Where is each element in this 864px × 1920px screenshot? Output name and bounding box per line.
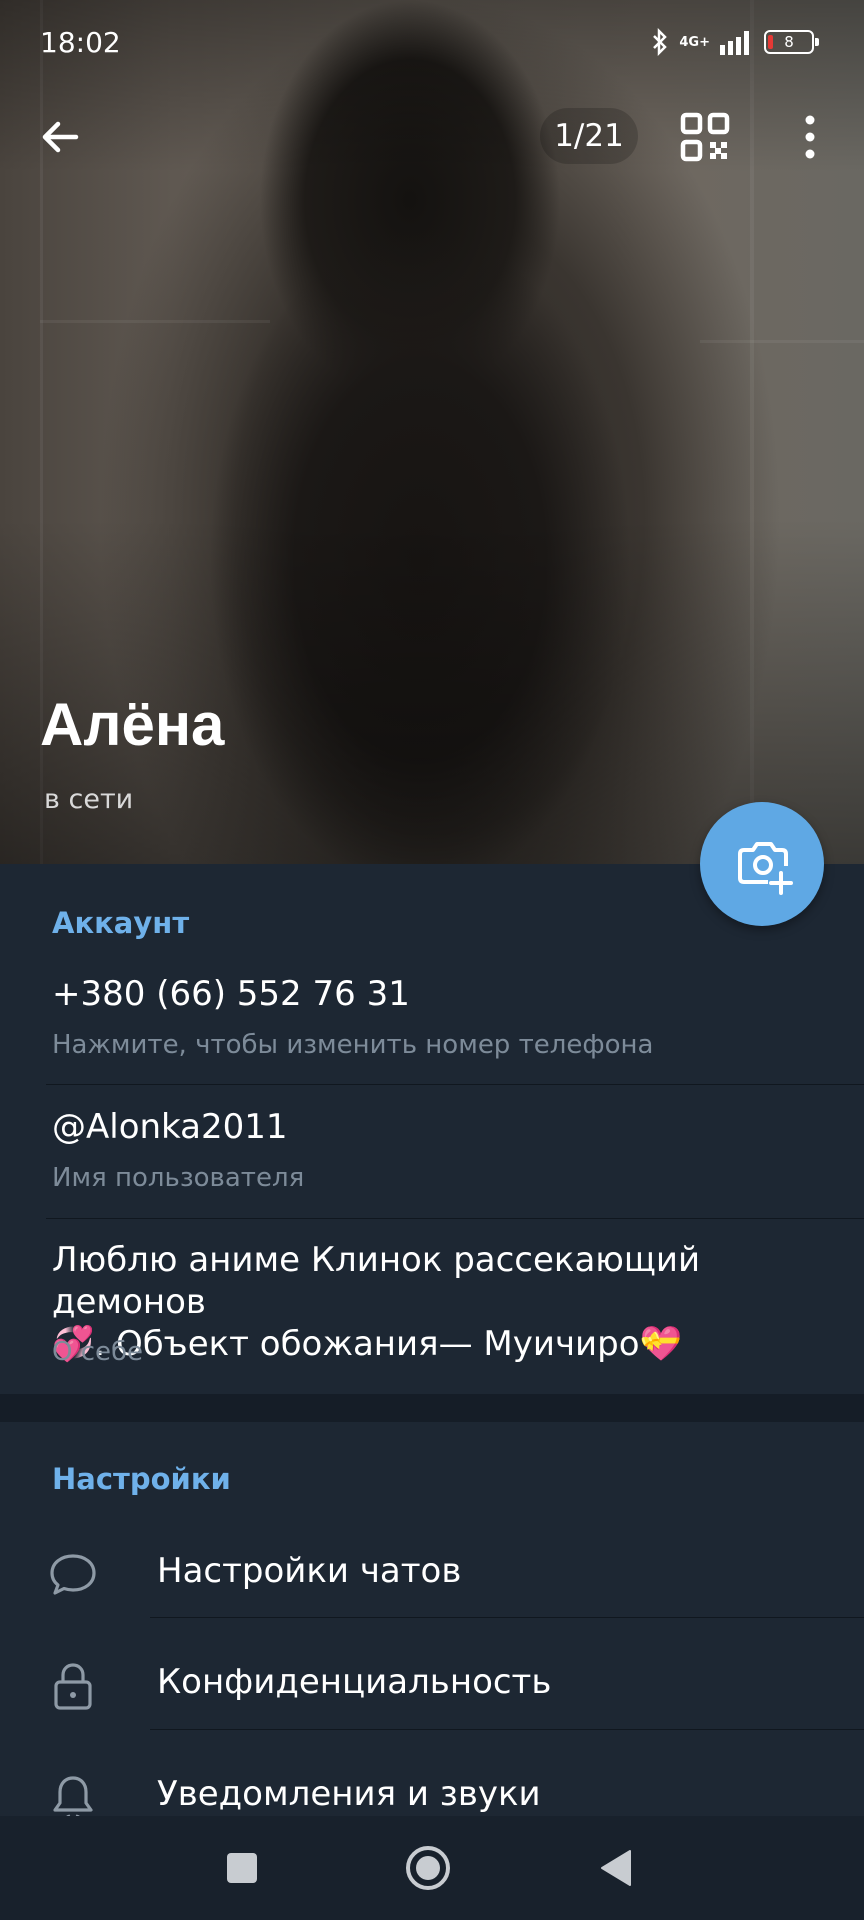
square-icon [227, 1853, 257, 1883]
home-circle-icon [406, 1846, 450, 1890]
settings-item-label: Настройки чатов [157, 1551, 462, 1591]
divider [150, 1617, 864, 1618]
photo-counter: 1/21 [540, 108, 638, 164]
more-vertical-icon [805, 115, 815, 159]
phone-row[interactable]: +380 (66) 552 76 31 Нажмите, чтобы измен… [0, 964, 864, 1084]
recents-button[interactable] [222, 1848, 262, 1888]
set-photo-button[interactable] [700, 802, 824, 926]
bio-line-1: Люблю аниме Клинок рассекающий демонов [52, 1240, 701, 1322]
settings-item-label: Конфиденциальность [157, 1662, 552, 1702]
username-row[interactable]: @Alonka2011 Имя пользователя [0, 1085, 864, 1217]
settings-section: Настройки Настройки чатов Конфиденциальн… [0, 1422, 864, 1821]
username-hint: Имя пользователя [52, 1163, 305, 1193]
home-button[interactable] [404, 1844, 452, 1892]
triangle-back-icon [601, 1850, 631, 1886]
username: @Alonka2011 [52, 1107, 288, 1147]
settings-item-privacy[interactable]: Конфиденциальность [0, 1628, 864, 1738]
back-nav-button[interactable] [596, 1848, 636, 1888]
profile-name: Алёна [40, 691, 225, 758]
phone-number: +380 (66) 552 76 31 [52, 974, 410, 1014]
camera-add-icon [738, 842, 793, 895]
status-time: 18:02 [40, 26, 121, 59]
settings-item-chats[interactable]: Настройки чатов [0, 1517, 864, 1627]
bio-text: Люблю аниме Клинок рассекающий демонов 💞… [52, 1239, 842, 1365]
bio-hint: О себе [52, 1337, 144, 1367]
arrow-left-icon [42, 121, 79, 153]
account-section-title: Аккаунт [52, 906, 190, 940]
signal-icon [720, 31, 749, 55]
settings-item-label: Уведомления и звуки [157, 1774, 541, 1814]
more-options-button[interactable] [790, 112, 830, 162]
bio-line-2: 💞. Объект обожания— Муичиро💝 [52, 1324, 682, 1364]
qr-code-icon [680, 112, 730, 162]
status-bar: 18:02 4G+ 8 [0, 0, 864, 86]
back-button[interactable] [36, 112, 86, 162]
settings-section-title: Настройки [52, 1462, 231, 1496]
battery-icon: 8 [764, 30, 819, 54]
account-section: Аккаунт +380 (66) 552 76 31 Нажмите, что… [0, 864, 864, 1394]
profile-status: в сети [44, 784, 134, 815]
chat-bubble-icon [50, 1554, 96, 1595]
divider [150, 1729, 864, 1730]
battery-level: 8 [784, 33, 794, 51]
system-navigation-bar [0, 1816, 864, 1920]
phone-hint: Нажмите, чтобы изменить номер телефона [52, 1030, 654, 1060]
status-icons: 4G+ 8 [651, 28, 819, 56]
bluetooth-icon [653, 28, 668, 56]
section-separator [0, 1394, 864, 1422]
qr-code-button[interactable] [680, 112, 730, 162]
bio-row[interactable]: Люблю аниме Клинок рассекающий демонов 💞… [0, 1219, 864, 1394]
network-type: 4G+ [679, 34, 710, 50]
lock-icon [54, 1663, 92, 1710]
